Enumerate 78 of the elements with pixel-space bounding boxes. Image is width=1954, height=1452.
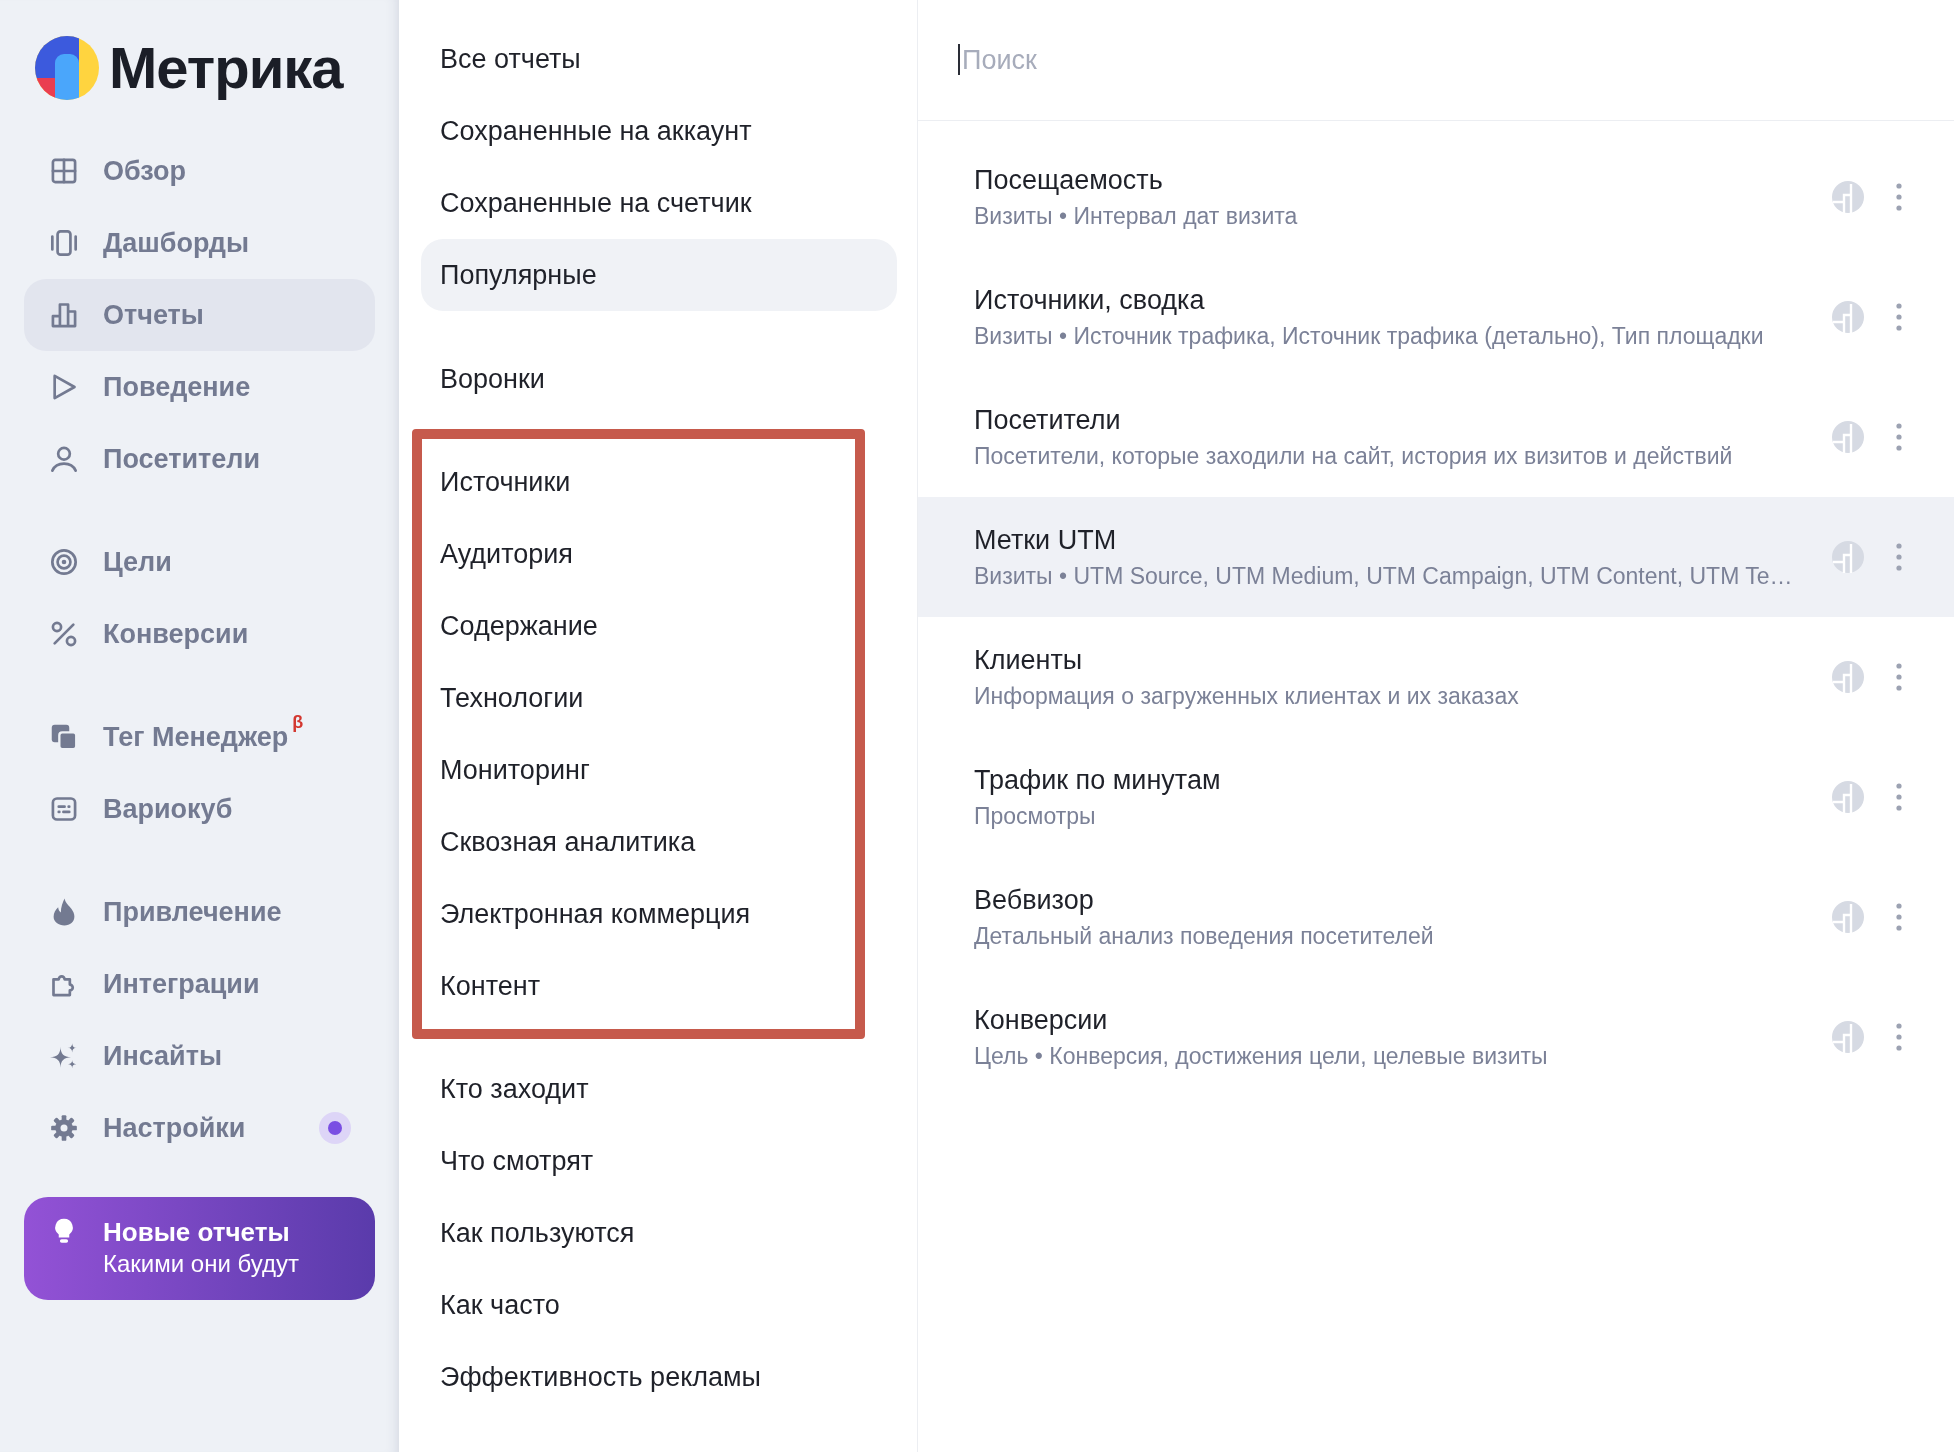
promo-subtitle: Какими они будут — [103, 1249, 299, 1279]
sliders-icon — [50, 795, 78, 823]
report-description: Просмотры — [974, 802, 1097, 830]
menu-item[interactable]: Аудитория — [422, 518, 855, 590]
play-icon — [50, 373, 78, 401]
promo-title: Новые отчеты — [103, 1216, 291, 1249]
sidebar-item[interactable]: Привлечение — [24, 876, 375, 948]
report-description: Посетители, которые заходили на сайт, история их визитов и действий — [974, 442, 1734, 470]
menu-item[interactable]: Как пользуются — [421, 1197, 897, 1269]
chart-circle-icon[interactable] — [1832, 301, 1864, 333]
menu-item[interactable]: Кто заходит — [421, 1053, 897, 1125]
sidebar-item[interactable]: Поведение — [24, 351, 375, 423]
panels-icon — [50, 229, 78, 257]
chart-circle-icon[interactable] — [1832, 421, 1864, 453]
sidebar-item[interactable]: Обзор — [24, 135, 375, 207]
report-title: Клиенты — [974, 644, 1084, 676]
report-description: Визиты • Источник трафика, Источник трафика (детально), Тип площадки — [974, 322, 1765, 350]
report-title: Посетители — [974, 404, 1122, 436]
menu-item[interactable]: Контент — [422, 950, 855, 1022]
menu-item[interactable]: Воронки — [421, 343, 897, 415]
target-icon — [50, 548, 78, 576]
report-row[interactable]: Метки UTM Визиты • UTM Source, UTM Medium, UTM Campaign, UTM Content, UTM Te… — [918, 497, 1954, 617]
menu-item[interactable]: Сохраненные на аккаунт — [421, 95, 897, 167]
chart-circle-icon[interactable] — [1832, 181, 1864, 213]
promo-card[interactable]: Новые отчеты Какими они будут — [24, 1197, 375, 1300]
sidebar-item[interactable]: Конверсии — [24, 598, 375, 670]
more-icon[interactable] — [1896, 303, 1902, 331]
report-description: Детальный анализ поведения посетителей — [974, 922, 1435, 950]
menu-item[interactable]: Все отчеты — [421, 23, 897, 95]
sidebar-item[interactable]: Посетители — [24, 423, 375, 495]
percent-icon — [50, 620, 78, 648]
chart-circle-icon[interactable] — [1832, 781, 1864, 813]
person-icon — [50, 445, 78, 473]
menu-item[interactable]: Популярные — [421, 239, 897, 311]
report-title: Посещаемость — [974, 164, 1164, 196]
menu-item[interactable]: Как часто — [421, 1269, 897, 1341]
chart-circle-icon[interactable] — [1832, 541, 1864, 573]
report-title: Источники, сводка — [974, 284, 1206, 316]
sidebar-item[interactable]: Цели — [24, 526, 375, 598]
sidebar-item[interactable]: Дашборды — [24, 207, 375, 279]
menu-item[interactable]: Сохраненные на счетчик — [421, 167, 897, 239]
report-title: Метки UTM — [974, 524, 1118, 556]
more-icon[interactable] — [1896, 783, 1902, 811]
menu-item[interactable]: Сквозная аналитика — [422, 806, 855, 878]
beta-label: β — [292, 713, 304, 731]
menu-item[interactable]: Источники — [422, 446, 855, 518]
report-description: Цель • Конверсия, достижения цели, целевые визиты — [974, 1042, 1549, 1070]
overlapping-squares-icon — [50, 723, 78, 751]
more-icon[interactable] — [1896, 1023, 1902, 1051]
sidebar-item[interactable]: Настройки — [24, 1092, 375, 1164]
menu-item[interactable]: Мониторинг — [422, 734, 855, 806]
menu-item[interactable]: Технологии — [422, 662, 855, 734]
report-title: Трафик по минутам — [974, 764, 1222, 796]
chart-circle-icon[interactable] — [1832, 901, 1864, 933]
menu-item[interactable]: Что смотрят — [421, 1125, 897, 1197]
sparkles-icon — [50, 1042, 78, 1070]
sidebar-item[interactable]: Инсайты — [24, 1020, 375, 1092]
report-title: Конверсии — [974, 1004, 1109, 1036]
grid-icon — [50, 157, 78, 185]
more-icon[interactable] — [1896, 423, 1902, 451]
chart-circle-icon[interactable] — [1832, 1021, 1864, 1053]
chart-circle-icon[interactable] — [1832, 661, 1864, 693]
menu-item[interactable]: Электронная коммерция — [422, 878, 855, 950]
more-icon[interactable] — [1896, 903, 1902, 931]
menu-item[interactable]: Эффективность рекламы — [421, 1341, 897, 1413]
text-cursor-icon — [958, 44, 960, 75]
more-icon[interactable] — [1896, 543, 1902, 571]
report-description: Информация о загруженных клиентах и их заказах — [974, 682, 1520, 710]
sidebar-item[interactable]: Интеграции — [24, 948, 375, 1020]
report-description: Визиты • UTM Source, UTM Medium, UTM Campaign, UTM Content, UTM Te… — [974, 562, 1794, 590]
gear-icon — [50, 1114, 78, 1142]
report-title: Вебвизор — [974, 884, 1095, 916]
menu-item[interactable]: Содержание — [422, 590, 855, 662]
bar-chart-icon — [50, 301, 78, 329]
sidebar-item[interactable]: Вариокуб — [24, 773, 375, 845]
more-icon[interactable] — [1896, 663, 1902, 691]
report-description: Визиты • Интервал дат визита — [974, 202, 1299, 230]
more-icon[interactable] — [1896, 183, 1902, 211]
